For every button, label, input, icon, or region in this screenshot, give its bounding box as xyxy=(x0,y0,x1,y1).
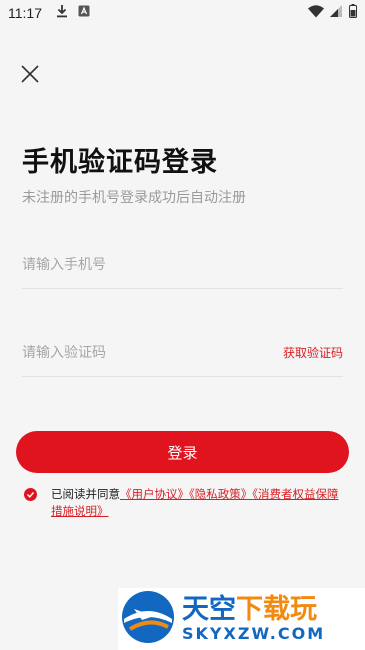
close-button[interactable] xyxy=(18,62,42,86)
signal-icon xyxy=(330,4,343,22)
agree-checkbox[interactable] xyxy=(24,488,37,501)
watermark: 天空下载玩 SKYXZW.COM xyxy=(118,588,365,650)
get-code-button[interactable]: 获取验证码 xyxy=(283,344,343,361)
agreement-row: 已阅读并同意《用户协议》《隐私政策》《消费者权益保障措施说明》 xyxy=(24,486,344,520)
check-icon xyxy=(27,492,35,498)
agreement-text: 已阅读并同意《用户协议》《隐私政策》《消费者权益保障措施说明》 xyxy=(51,486,344,520)
status-time: 11:17 xyxy=(8,5,42,21)
status-bar: 11:17 xyxy=(0,0,365,26)
watermark-domain: SKYXZW.COM xyxy=(182,624,326,643)
login-button[interactable]: 登录 xyxy=(16,431,349,473)
watermark-logo-icon xyxy=(120,589,176,649)
close-icon xyxy=(21,65,39,83)
watermark-title: 天空下载玩 xyxy=(182,595,325,625)
a-badge-icon xyxy=(78,5,90,21)
page-subtitle: 未注册的手机号登录成功后自动注册 xyxy=(22,190,246,206)
wifi-icon xyxy=(308,4,324,22)
page-title: 手机验证码登录 xyxy=(22,147,218,178)
user-agreement-link[interactable]: 《用户协议》 xyxy=(120,487,189,501)
verification-code-input[interactable] xyxy=(22,344,283,361)
agreement-prefix: 已阅读并同意 xyxy=(51,487,120,501)
download-icon xyxy=(56,4,68,22)
phone-field-row xyxy=(22,241,343,289)
phone-input[interactable] xyxy=(22,256,343,273)
watermark-title-part2: 下载玩 xyxy=(236,594,317,625)
battery-icon xyxy=(349,4,357,22)
privacy-policy-link[interactable]: 《隐私政策》 xyxy=(189,487,252,501)
watermark-title-part1: 天空 xyxy=(182,594,236,625)
code-field-row: 获取验证码 xyxy=(22,329,343,377)
